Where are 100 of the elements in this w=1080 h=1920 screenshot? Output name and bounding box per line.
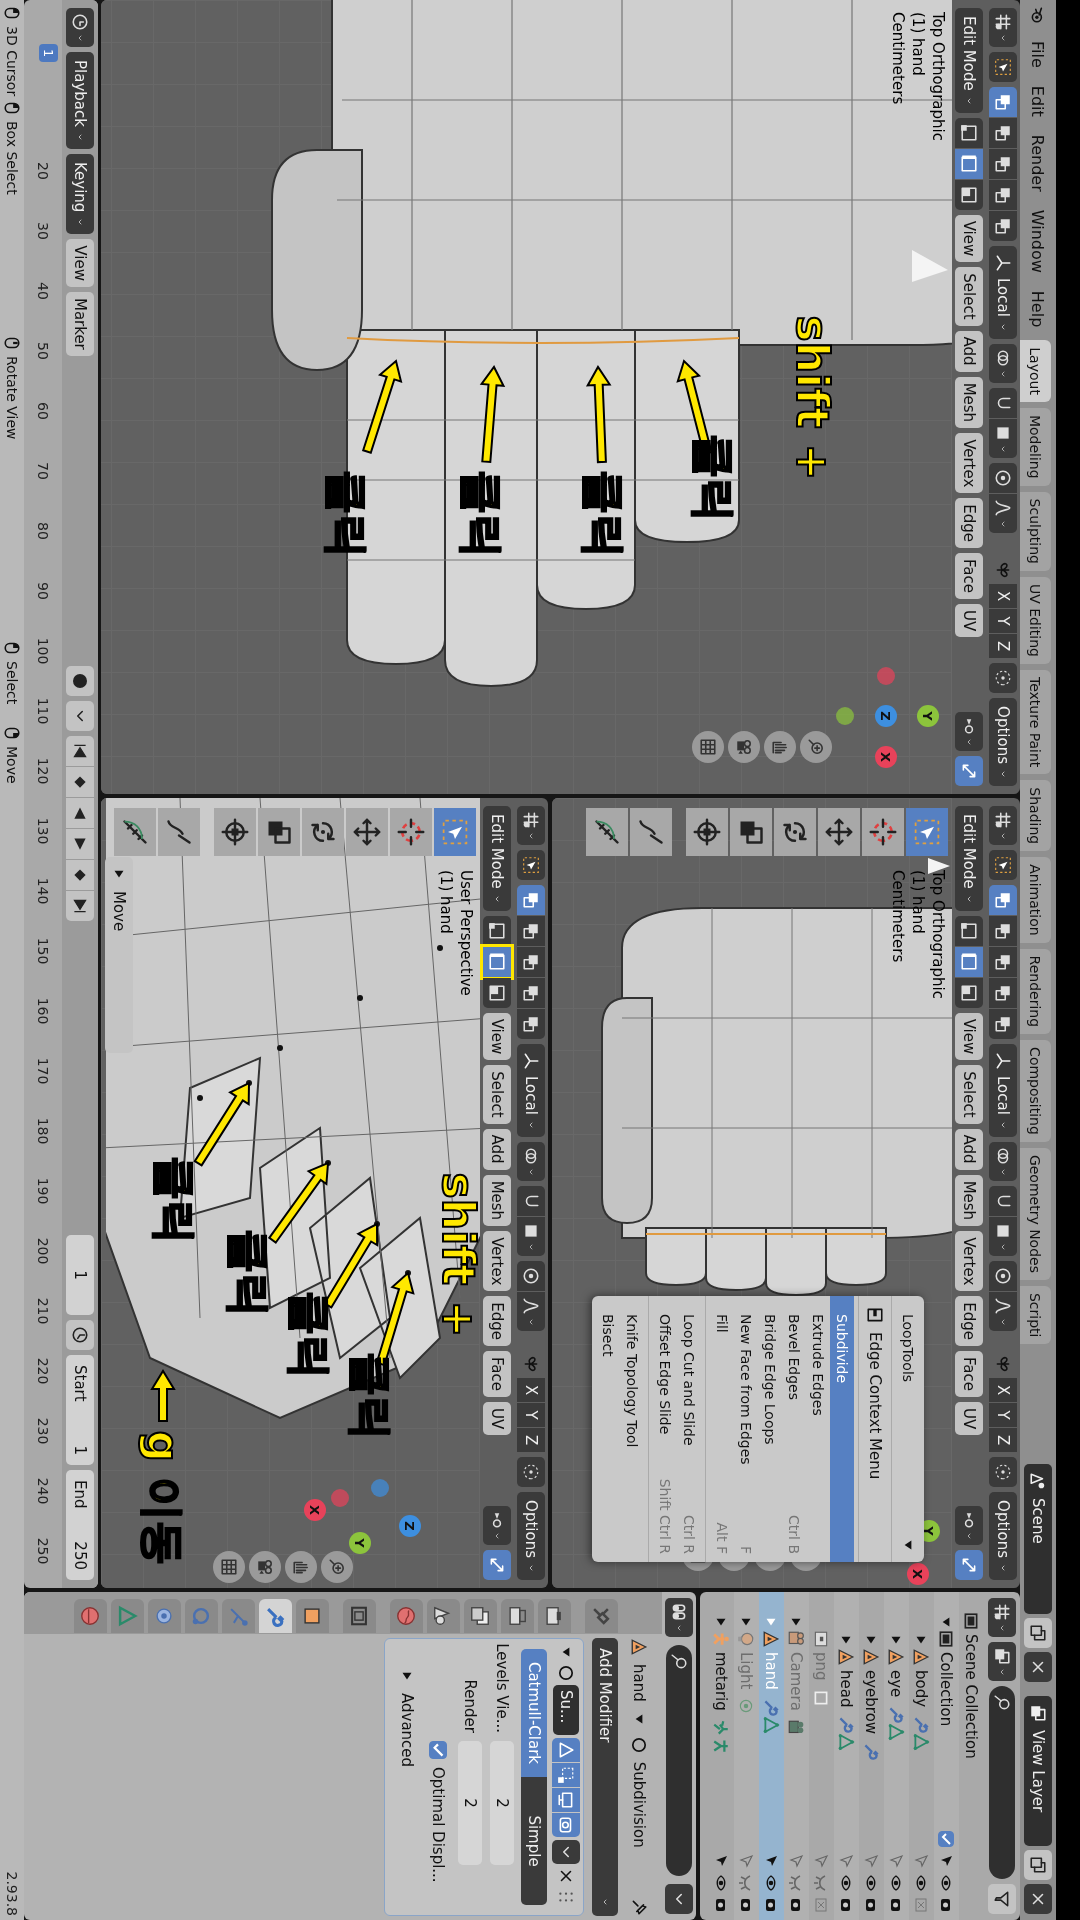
workspace-tab[interactable]: Layout — [1020, 340, 1051, 402]
menu-button[interactable]: Vertex — [483, 1231, 511, 1292]
menu-button[interactable]: Select — [955, 1065, 983, 1124]
menu-item[interactable]: Extrude Edges — [806, 1296, 830, 1562]
scene-field[interactable]: Scene — [1024, 1464, 1052, 1614]
options-dropdown[interactable]: Options — [517, 1492, 545, 1580]
axis-toggle[interactable]: Y — [517, 1403, 545, 1428]
axis-toggle[interactable]: X — [989, 1378, 1017, 1403]
workspace-tab[interactable]: Sculpting — [1020, 491, 1051, 571]
menu-item[interactable]: Knife Topology Tool — [620, 1296, 644, 1562]
gizmo-axis[interactable]: Z — [399, 1515, 421, 1537]
menu-button[interactable]: Edge — [955, 1296, 983, 1347]
menu-button[interactable]: Face — [483, 1351, 511, 1397]
options-dropdown[interactable]: Options — [989, 698, 1017, 786]
gizmo-axis[interactable]: Y — [917, 705, 939, 727]
menu-item[interactable]: Subdivide — [830, 1296, 854, 1562]
menu-button[interactable]: Edge — [955, 498, 983, 549]
axis-toggle[interactable]: Z — [989, 634, 1017, 659]
start-frame-field[interactable]: Start 1 — [66, 1355, 94, 1465]
menu-button[interactable]: UV — [955, 1402, 983, 1436]
mode-dropdown[interactable]: Edit Mode — [955, 8, 983, 113]
gizmo-axis[interactable]: X — [304, 1499, 326, 1521]
workspace-tab[interactable]: UV Editing — [1020, 576, 1051, 664]
workspace-tab[interactable]: Compositing — [1020, 1040, 1051, 1142]
options-dropdown[interactable]: Options — [989, 1492, 1017, 1580]
menu-item[interactable]: New Face from Edges F — [734, 1296, 758, 1562]
axis-toggle[interactable]: X — [989, 584, 1017, 609]
gizmo-axis[interactable]: Y — [349, 1532, 371, 1554]
mode-dropdown[interactable]: Edit Mode — [955, 806, 983, 911]
menu-item[interactable]: Edit — [1026, 78, 1050, 124]
menu-dropdown[interactable]: Playback — [66, 52, 94, 149]
outliner-row[interactable]: eyebrow — [859, 1592, 884, 1920]
workspace-tab[interactable]: Rendering — [1020, 948, 1051, 1035]
menu-button[interactable]: Mesh — [955, 376, 983, 429]
menu-button[interactable]: UV — [483, 1402, 511, 1436]
current-frame-marker[interactable]: 1 — [39, 44, 58, 63]
name-field[interactable]: Su... — [553, 1685, 579, 1735]
workspace-tab[interactable]: Scripti — [1020, 1285, 1051, 1345]
outliner-row[interactable]: Collection — [934, 1592, 959, 1920]
gizmo-axis[interactable]: Z — [875, 705, 897, 727]
menu-button[interactable]: UV — [955, 604, 983, 638]
axis-toggle[interactable]: X — [517, 1378, 545, 1403]
menu-button[interactable]: Add — [955, 330, 983, 372]
end-frame-field[interactable]: End 250 — [66, 1470, 94, 1580]
current-frame-field[interactable]: 1 — [66, 1235, 94, 1315]
axis-toggle[interactable]: Z — [989, 1428, 1017, 1453]
menu-button[interactable]: Select — [483, 1065, 511, 1124]
menu-button[interactable]: View — [955, 214, 983, 263]
menu-item[interactable]: Offset Edge Slide Shift Ctrl R — [653, 1296, 677, 1562]
menu-item[interactable]: File — [1026, 34, 1050, 75]
menu-button[interactable]: Add — [483, 1128, 511, 1170]
menu-item[interactable]: Bisect — [596, 1296, 620, 1562]
subpanel-header[interactable]: Advanced — [395, 1643, 419, 1911]
outliner-row[interactable]: Scene Collection — [959, 1592, 984, 1920]
outliner-row[interactable]: eye — [884, 1592, 909, 1920]
menu-item[interactable]: Help — [1026, 283, 1050, 335]
menu-item[interactable]: Bevel Edges Ctrl B — [782, 1296, 806, 1562]
workspace-tab[interactable]: Modeling — [1020, 407, 1051, 486]
menu-button[interactable]: Mesh — [955, 1174, 983, 1227]
menu-button[interactable]: View — [955, 1012, 983, 1061]
segment-button[interactable]: Simple — [521, 1777, 547, 1905]
workspace-tab[interactable]: Shading — [1020, 780, 1051, 852]
menu-button[interactable]: Marker — [66, 291, 94, 356]
number-field[interactable]: 2 — [490, 1741, 514, 1865]
pivot-dropdown[interactable]: Local — [517, 1044, 545, 1137]
number-field[interactable]: 2 — [458, 1741, 482, 1865]
menu-button[interactable]: Face — [955, 1351, 983, 1397]
menu-button[interactable]: Mesh — [483, 1174, 511, 1227]
workspace-tab[interactable]: Texture Paint — [1020, 670, 1051, 775]
menu-button[interactable]: Vertex — [955, 433, 983, 494]
menu-item[interactable]: Fill Alt F — [710, 1296, 734, 1562]
outliner-row[interactable]: metarig — [709, 1592, 734, 1920]
outliner-row[interactable]: head — [834, 1592, 859, 1920]
axis-toggle[interactable]: Z — [517, 1428, 545, 1453]
menu-button[interactable]: View — [483, 1012, 511, 1061]
menu-item[interactable]: Bridge Edge Loops — [758, 1296, 782, 1562]
menu-dropdown[interactable]: Keying — [66, 153, 94, 235]
menu-button[interactable]: View — [66, 239, 94, 287]
axis-toggle[interactable]: Y — [989, 1403, 1017, 1428]
gizmo-axis[interactable]: X — [907, 1563, 929, 1585]
mode-dropdown[interactable]: Edit Mode — [483, 806, 511, 911]
menu-item[interactable]: Loop Cut and Slide Ctrl R — [677, 1296, 701, 1562]
outliner-row[interactable]: body — [909, 1592, 934, 1920]
view-layer-field[interactable]: View Layer — [1024, 1696, 1052, 1846]
menu-item[interactable]: Render — [1026, 127, 1050, 199]
workspace-tab[interactable]: Animation — [1020, 857, 1051, 943]
menu-button[interactable]: Select — [955, 267, 983, 326]
menu-button[interactable]: Face — [955, 553, 983, 599]
menu-item[interactable]: Window — [1026, 202, 1050, 280]
submenu-item[interactable]: LoopTools — [896, 1296, 920, 1562]
add-modifier-dropdown[interactable]: Add Modifier — [592, 1638, 618, 1916]
pivot-dropdown[interactable]: Local — [989, 246, 1017, 339]
workspace-tab[interactable]: Geometry Nodes — [1020, 1147, 1051, 1280]
pivot-dropdown[interactable]: Local — [989, 1044, 1017, 1137]
segment-button[interactable]: Catmull-Clark — [521, 1649, 547, 1777]
menu-button[interactable]: Add — [955, 1128, 983, 1170]
menu-button[interactable]: Edge — [483, 1296, 511, 1347]
axis-toggle[interactable]: Y — [989, 609, 1017, 634]
gizmo-axis[interactable]: X — [875, 746, 897, 768]
operator-panel-header[interactable]: Move — [105, 857, 133, 1053]
